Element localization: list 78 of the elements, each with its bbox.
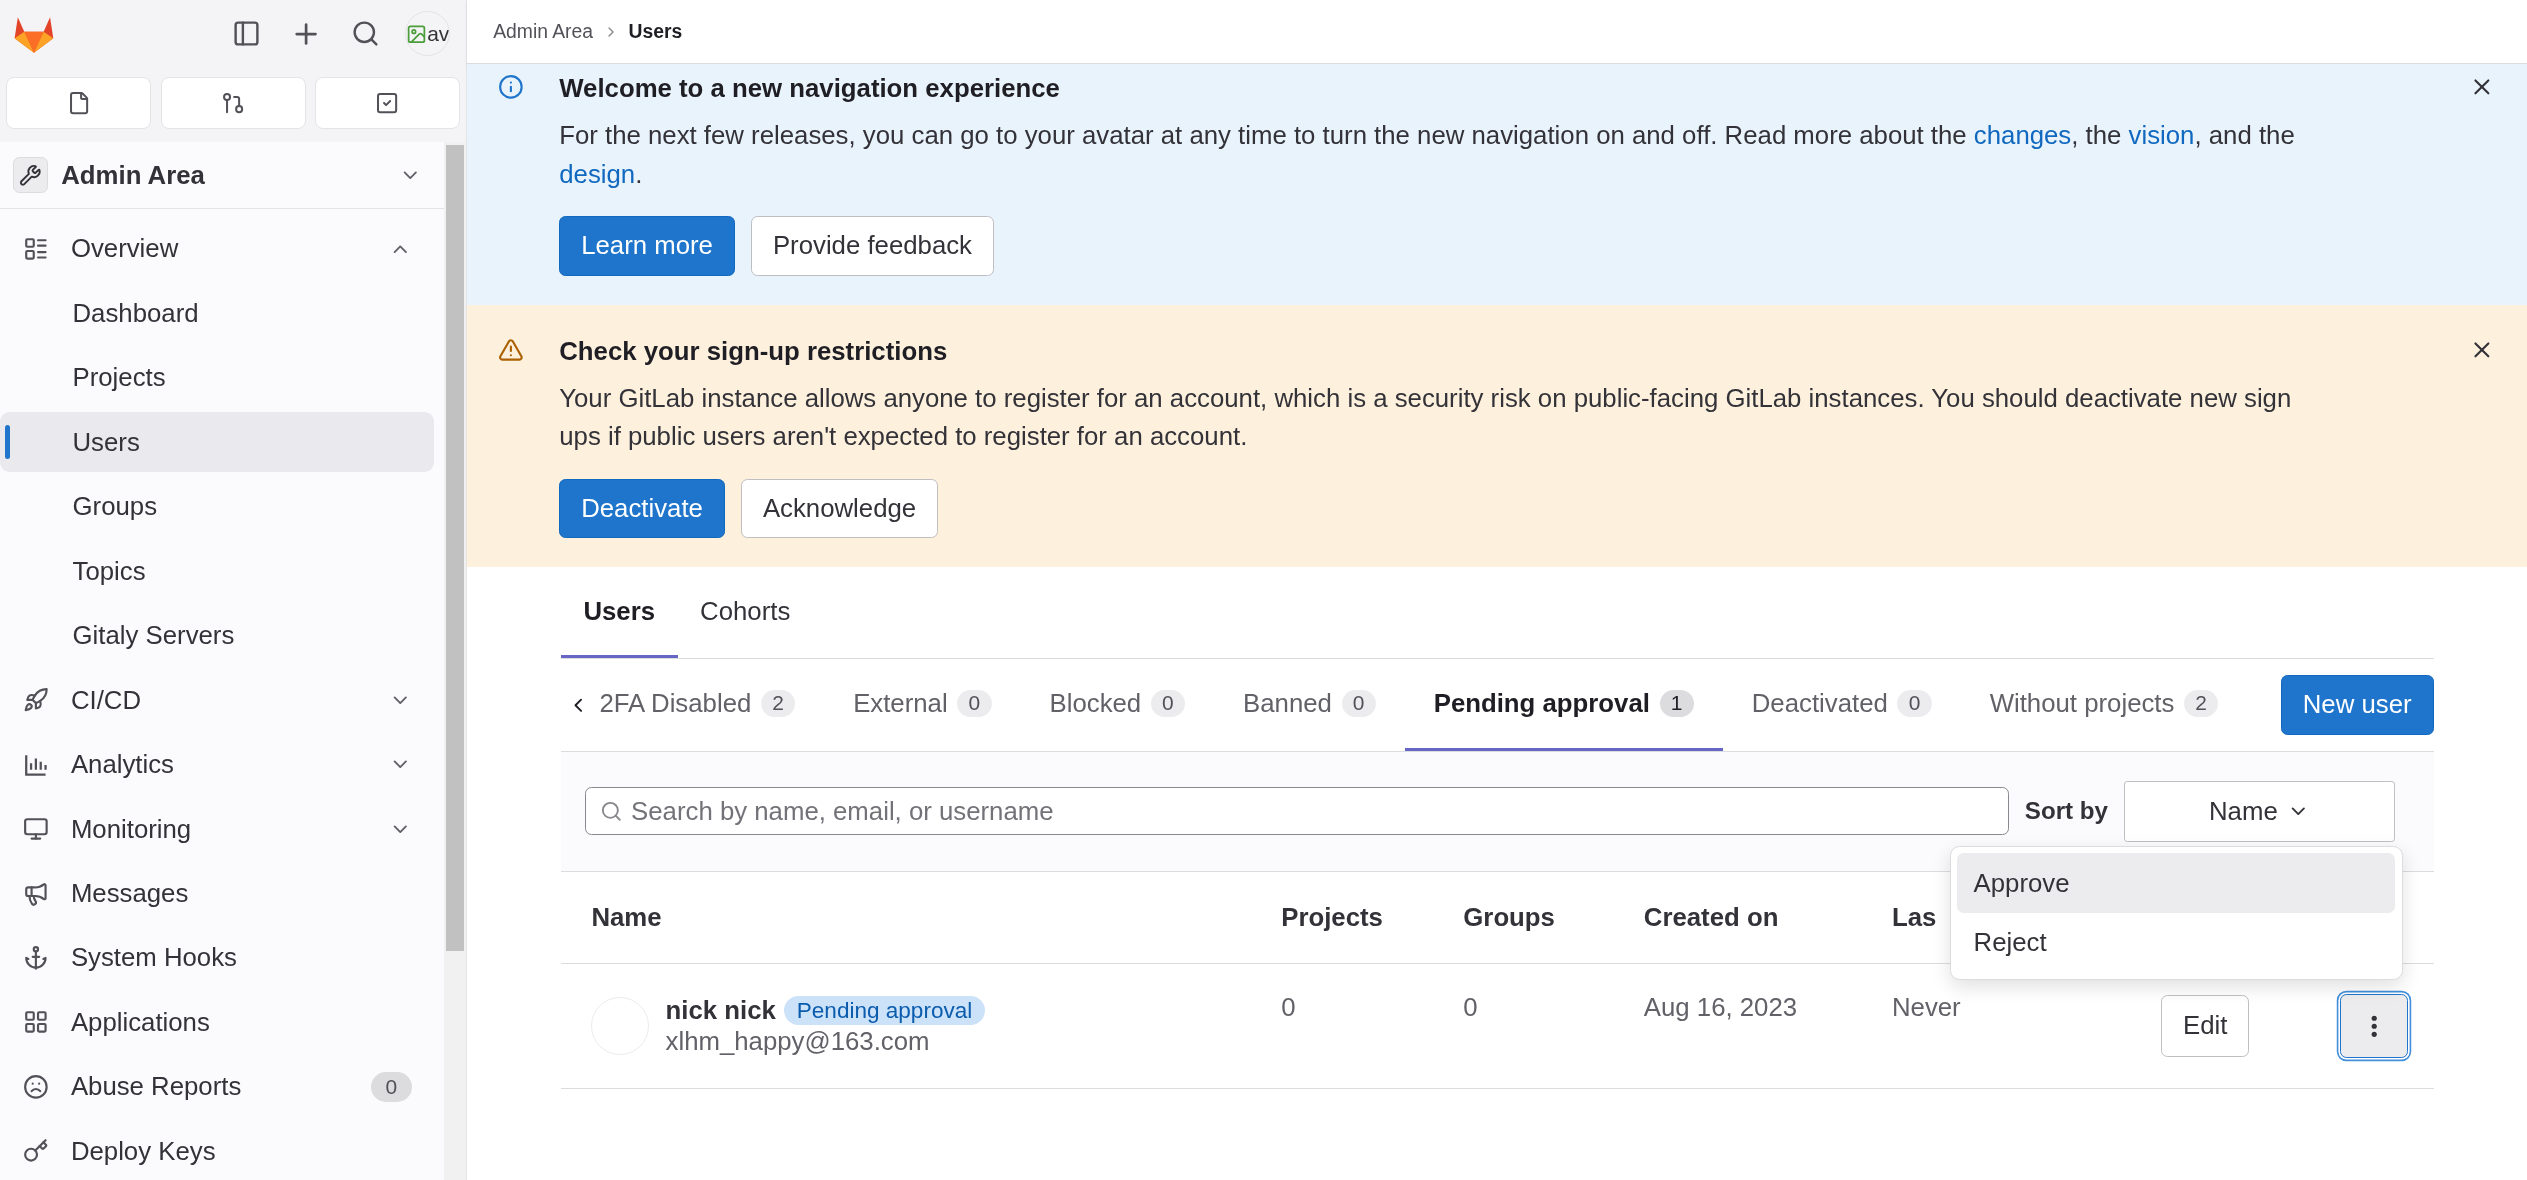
- banner-title: Check your sign-up restrictions: [559, 335, 949, 367]
- tab[interactable]: Cohorts: [677, 567, 813, 658]
- table-cell-text: Aug 16, 2023: [1643, 991, 1799, 1022]
- sidebar-item[interactable]: Dashboard: [0, 283, 435, 344]
- sidebar-item[interactable]: Users: [0, 412, 435, 473]
- banner-text: For the next few releases, you can go to your avatar at any time to turn the new navigation on and off. Read more about the changes, the vision, and the design.: [559, 120, 2296, 190]
- banner-button[interactable]: Acknowledge: [740, 478, 939, 539]
- user-email: xlhm_happy@163.com: [665, 1026, 931, 1056]
- sidebar-item[interactable]: Projects: [0, 348, 435, 408]
- more-actions-button[interactable]: [2340, 993, 2408, 1059]
- link[interactable]: changes: [1973, 121, 2072, 149]
- banner-title: Welcome to a new navigation experience: [559, 72, 1061, 104]
- breadcrumb-link[interactable]: Users: [628, 20, 683, 43]
- sidebar-item-icon: [22, 1009, 49, 1036]
- sidebar-item[interactable]: Deploy Keys: [0, 1121, 435, 1180]
- sort-dropdown[interactable]: Name: [2124, 780, 2395, 842]
- breadcrumb-link[interactable]: Admin Area: [493, 20, 594, 43]
- filter-tab[interactable]: Banned 0: [1214, 659, 1405, 751]
- scrollbar[interactable]: [443, 141, 467, 1180]
- user-name[interactable]: nick nick: [665, 996, 776, 1026]
- sidebar-item-icon: [22, 236, 49, 262]
- warning-icon: [497, 336, 524, 363]
- table-cell-text: 0: [1463, 991, 1479, 1022]
- table-cell-text: Never: [1891, 991, 1962, 1022]
- issues-button[interactable]: [6, 77, 152, 129]
- merge-request-icon: [221, 91, 246, 116]
- sidebar-item[interactable]: Topics: [0, 541, 435, 601]
- banner-button[interactable]: Learn more: [559, 215, 735, 276]
- column-header: Projects: [1281, 902, 1384, 932]
- filter-tab[interactable]: Blocked 0: [1020, 659, 1215, 751]
- count-badge: 0: [370, 1071, 412, 1103]
- sidebar-item[interactable]: Monitoring: [0, 799, 435, 859]
- banner-button[interactable]: Deactivate: [559, 478, 725, 539]
- sidebar-item[interactable]: Abuse Reports 0: [0, 1057, 435, 1117]
- sidebar-item-icon: [22, 880, 49, 907]
- sidebar-item-icon: [22, 816, 49, 842]
- sidebar-item[interactable]: Overview: [0, 219, 435, 279]
- filter-tab[interactable]: Without projects 2: [1960, 659, 2248, 751]
- sort-label: Sort by: [2024, 797, 2108, 826]
- status-badge: Pending approval: [783, 996, 986, 1026]
- panel-icon: [231, 19, 261, 49]
- sidebar-item[interactable]: CI/CD: [0, 670, 435, 730]
- sidebar-item[interactable]: Groups: [0, 476, 435, 537]
- wrench-icon: [19, 163, 42, 187]
- column-header: Las: [1891, 902, 1938, 932]
- column-header: Groups: [1463, 902, 1556, 932]
- sidebar-item[interactable]: System Hooks: [0, 928, 435, 988]
- link[interactable]: vision: [2128, 121, 2195, 149]
- filter-tab[interactable]: External 0: [824, 659, 1021, 751]
- table-cell-text: 0: [1281, 991, 1297, 1022]
- sidebar-item[interactable]: Applications: [0, 992, 435, 1053]
- sidebar-item-icon: [22, 1073, 49, 1100]
- banner-button[interactable]: Provide feedback: [750, 215, 994, 276]
- column-header: Created on: [1643, 902, 1780, 932]
- todo-button[interactable]: [315, 77, 460, 129]
- new-user-button[interactable]: New user: [2280, 675, 2434, 735]
- sidebar-item-icon: [22, 945, 49, 971]
- link[interactable]: design: [559, 159, 636, 188]
- kebab-icon: [2370, 1014, 2378, 1038]
- sidebar-item[interactable]: Messages: [0, 863, 435, 924]
- sidebar-item-icon: [22, 687, 49, 713]
- tab[interactable]: Users: [560, 567, 678, 658]
- search-icon: [599, 800, 623, 823]
- sidebar-item[interactable]: Gitaly Servers: [0, 605, 435, 666]
- column-header: Name: [590, 902, 663, 932]
- search-field[interactable]: Search by name, email, or username: [585, 787, 2009, 836]
- banner-text: Your GitLab instance allows anyone to register for an account, which is a security risk on public-facing GitLab instances. You should deactivate new sign ups if public users aren't expected to register for an account.: [559, 382, 2293, 453]
- menu-item[interactable]: Approve: [1957, 853, 2396, 913]
- checkbox-icon: [375, 91, 400, 116]
- info-icon: [497, 74, 524, 100]
- filter-tab[interactable]: Deactivated 0: [1722, 659, 1961, 751]
- context-switcher[interactable]: Admin Area: [0, 141, 444, 210]
- filter-tab[interactable]: 2FA Disabled 2: [596, 659, 825, 751]
- sidebar-item[interactable]: Analytics: [0, 734, 435, 795]
- menu-item[interactable]: Reject: [1957, 913, 2396, 973]
- sidebar-item-icon: [22, 1138, 49, 1165]
- edit-button[interactable]: Edit: [2161, 995, 2250, 1057]
- search-icon: [351, 19, 381, 49]
